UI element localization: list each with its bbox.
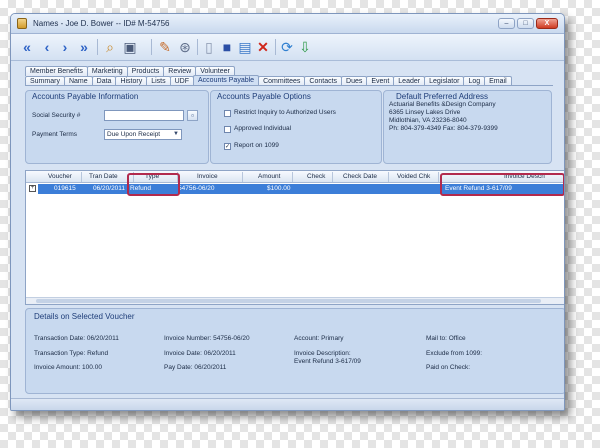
payment-terms-value: Due Upon Receipt (107, 131, 161, 138)
ap-options-panel: Accounts Payable Options Restrict Inquir… (210, 90, 382, 164)
detail-pay-date: Pay Date: 06/20/2011 (164, 364, 227, 371)
ap-information-panel: Accounts Payable Information Social Secu… (25, 90, 209, 164)
export-icon[interactable]: ⇩ (297, 38, 313, 56)
detail-transaction-type: Transaction Type: Refund (34, 350, 109, 357)
payment-terms-select[interactable]: Due Upon Receipt ▼ (104, 129, 182, 140)
new-document-icon[interactable]: ▯ (201, 38, 217, 56)
grid-horizontal-scrollbar[interactable] (26, 297, 564, 304)
restrict-inquiry-label: Restrict Inquiry to Authorized Users (234, 109, 336, 116)
column-separator (81, 172, 82, 182)
maximize-button[interactable]: □ (517, 18, 534, 29)
print-preview-icon[interactable]: ▤ (237, 38, 253, 56)
toolbar: « ‹ › » ⌕ ▣ ✎ ⊛ ▯ ■ ▤ ✕ ⟳ ⇩ (11, 34, 564, 61)
tab-review[interactable]: Review (163, 66, 197, 76)
preferred-address-panel: Default Preferred Address Actuarial Bene… (383, 90, 552, 164)
ssn-label: Social Security # (32, 112, 81, 119)
toolbar-separator (197, 39, 198, 55)
report-1099-label: Report on 1099 (234, 142, 279, 149)
restrict-inquiry-checkbox[interactable] (224, 110, 231, 117)
expand-row-icon[interactable]: + (29, 185, 36, 192)
detail-invoice-description-label: Invoice Description: (294, 350, 351, 357)
report-1099-checkbox[interactable]: ✓ (224, 143, 231, 150)
column-amount[interactable]: Amount (258, 173, 280, 180)
detail-invoice-description: Event Refund 3-617/09 (294, 358, 361, 365)
title-bar[interactable]: Names - Joe D. Bower -- ID# M-54756 – □ … (11, 14, 564, 34)
detail-invoice-amount: Invoice Amount: 100.00 (34, 364, 102, 371)
detail-transaction-date: Transaction Date: 06/20/2011 (34, 335, 119, 342)
tab-products[interactable]: Products (126, 66, 165, 76)
preferred-address-title: Default Preferred Address (396, 92, 489, 101)
voucher-details-title: Details on Selected Voucher (34, 312, 135, 321)
previous-record-icon[interactable]: ‹ (38, 38, 54, 56)
save-icon[interactable]: ■ (219, 38, 235, 56)
camera-icon[interactable]: ▣ (122, 38, 138, 56)
first-record-icon[interactable]: « (17, 38, 35, 56)
status-bar (11, 398, 564, 410)
delete-icon[interactable]: ✕ (255, 38, 271, 56)
payment-terms-label: Payment Terms (32, 131, 78, 138)
description-column-highlight (440, 173, 564, 196)
last-record-icon[interactable]: » (74, 38, 92, 56)
names-window: Names - Joe D. Bower -- ID# M-54756 – □ … (10, 13, 565, 411)
approved-individual-label: Approved Individual (234, 125, 292, 132)
cell-amount: $100.00 (267, 185, 291, 192)
address-line-city: Midlothian, VA 23236-8040 (389, 117, 467, 124)
column-separator (332, 172, 333, 182)
tab-divider (25, 85, 553, 86)
column-invoice[interactable]: Invoice (197, 173, 218, 180)
column-check[interactable]: Check (307, 173, 325, 180)
column-check-date[interactable]: Check Date (343, 173, 377, 180)
ap-options-title: Accounts Payable Options (217, 92, 311, 101)
tab-member-benefits[interactable]: Member Benefits (25, 66, 88, 76)
ssn-lookup-icon[interactable]: ▫ (187, 110, 198, 121)
toolbar-separator (275, 39, 276, 55)
refresh-icon[interactable]: ⟳ (279, 38, 295, 56)
voucher-details-panel: Details on Selected Voucher Transaction … (25, 308, 564, 394)
type-column-highlight (127, 173, 180, 196)
cell-voucher: 019615 (54, 185, 76, 192)
column-separator (388, 172, 389, 182)
cell-tran-date: 06/20/2011 (93, 185, 126, 192)
window-title: Names - Joe D. Bower -- ID# M-54756 (33, 19, 170, 28)
minimize-button[interactable]: – (498, 18, 515, 29)
column-separator (242, 172, 243, 182)
cell-invoice: 54756-06/20 (178, 185, 215, 192)
address-line-street: 6365 Linsey Lakes Drive (389, 109, 461, 116)
next-record-icon[interactable]: › (56, 38, 72, 56)
edit-icon[interactable]: ✎ (157, 38, 173, 56)
column-tran-date[interactable]: Tran Date (89, 173, 118, 180)
detail-mail-to: Mail to: Office (426, 335, 466, 342)
app-icon (17, 18, 27, 29)
tab-marketing[interactable]: Marketing (86, 66, 128, 76)
column-voided-chk[interactable]: Voided Chk (397, 173, 430, 180)
column-separator (292, 172, 293, 182)
ssn-input[interactable] (104, 110, 184, 121)
detail-invoice-date: Invoice Date: 06/20/2011 (164, 350, 236, 357)
detail-exclude-1099: Exclude from 1099: (426, 350, 483, 357)
detail-paid-on-check: Paid on Check: (426, 364, 471, 371)
window-controls: – □ X (498, 18, 558, 29)
close-button[interactable]: X (536, 18, 558, 29)
address-line-phone: Ph: 804-379-4349 Fax: 804-379-9399 (389, 125, 498, 132)
detail-account: Account: Primary (294, 335, 344, 342)
detail-invoice-number: Invoice Number: 54756-06/20 (164, 335, 250, 342)
approved-individual-checkbox[interactable] (224, 126, 231, 133)
chevron-down-icon: ▼ (173, 131, 179, 137)
scrollbar-thumb[interactable] (36, 299, 541, 303)
toolbar-separator (151, 39, 152, 55)
column-voucher[interactable]: Voucher (48, 173, 72, 180)
voucher-grid: Voucher Tran Date Type Invoice Amount Ch… (25, 170, 564, 305)
column-separator (438, 172, 439, 182)
address-line-company: Actuarial Benefits &Design Company (389, 101, 496, 108)
search-icon[interactable]: ⌕ (102, 38, 118, 56)
ap-information-title: Accounts Payable Information (32, 92, 139, 101)
toolbar-separator (97, 39, 98, 55)
binoculars-icon[interactable]: ⊛ (177, 38, 193, 56)
